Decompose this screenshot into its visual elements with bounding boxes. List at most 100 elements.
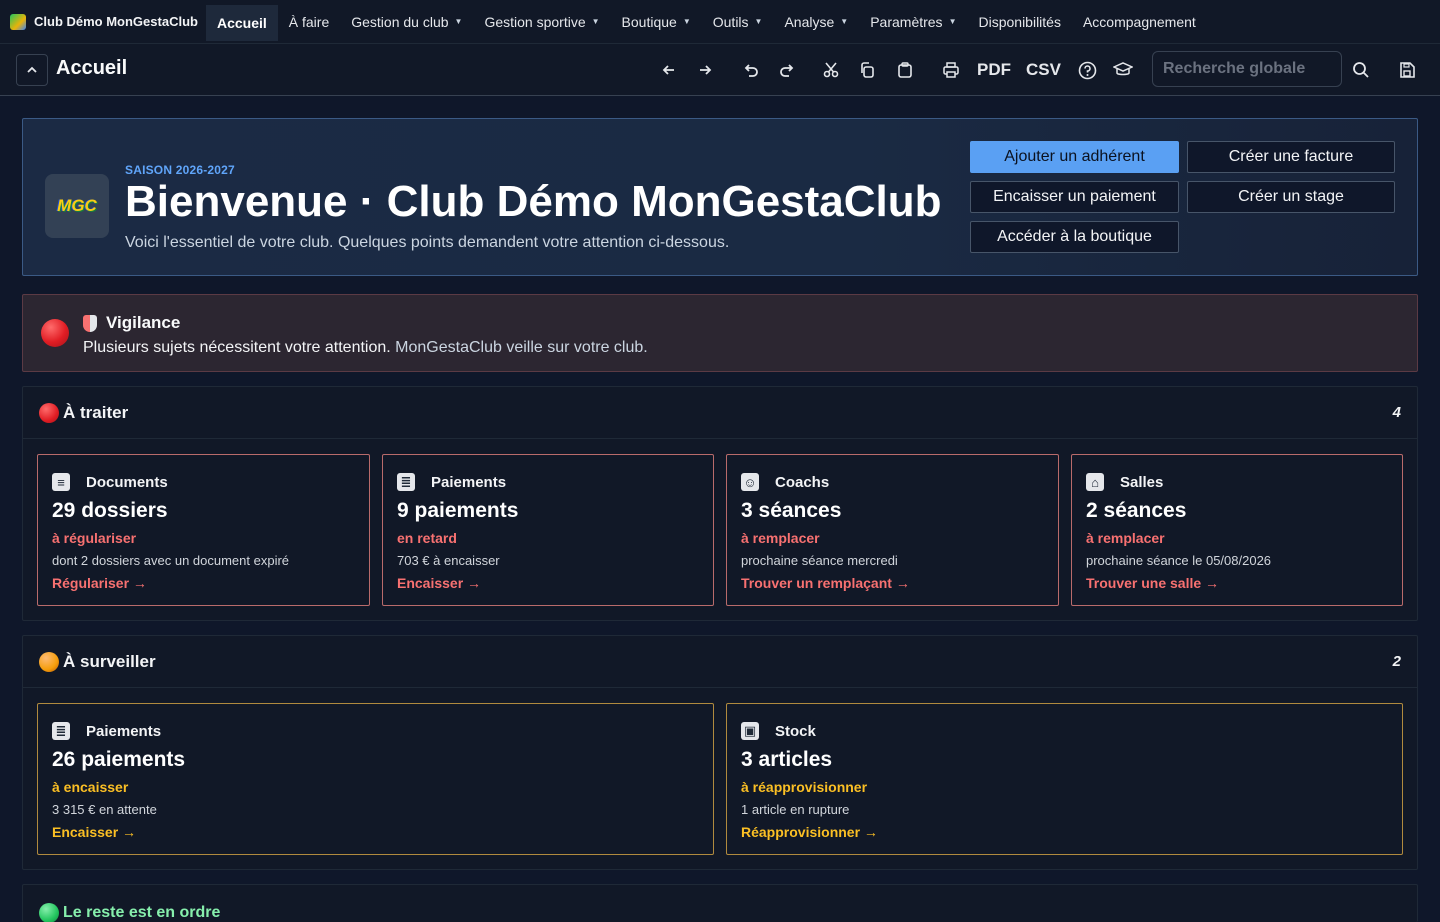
card-title: Paiements (86, 722, 162, 740)
collect-payment-button[interactable]: Encaisser un paiement (970, 181, 1179, 213)
export-csv-button[interactable]: CSV (1026, 57, 1061, 83)
document-icon: ≡ (52, 473, 70, 491)
section-title[interactable]: Le reste est en ordre (39, 903, 220, 922)
welcome-banner: MGC SAISON 2026-2027 Bienvenue · Club Dé… (22, 118, 1418, 276)
redo-button[interactable] (774, 57, 800, 83)
section-title-text: Le reste est en ordre (63, 904, 221, 921)
card-value: 3 séances (741, 499, 842, 522)
nav-item-parametres[interactable]: Paramètres ▼ (859, 0, 967, 44)
card-action-link[interactable]: Encaisser → (52, 824, 136, 840)
forward-button[interactable] (692, 57, 718, 83)
help-icon (1078, 61, 1096, 79)
global-search-input[interactable] (1152, 51, 1342, 87)
card-status: à régulariser (52, 530, 137, 546)
section-all-good: Le reste est en ordre (22, 884, 1418, 922)
card-detail: prochaine séance mercredi (741, 553, 898, 568)
vigilance-text: Plusieurs sujets nécessitent votre atten… (83, 339, 391, 356)
card-rooms[interactable]: ⌂ Salles 2 séances à remplacer prochaine… (1071, 454, 1403, 606)
orange-circle-icon (39, 652, 59, 672)
welcome-subtitle: Voici l'essentiel de votre club. Quelque… (125, 234, 730, 251)
card-status: en retard (397, 530, 457, 546)
toolbar: Accueil PDF CSV (0, 44, 1440, 96)
create-invoice-button[interactable]: Créer une facture (1187, 141, 1395, 173)
section-title-text: À traiter (63, 403, 129, 422)
red-circle-icon (39, 403, 59, 423)
create-course-button[interactable]: Créer un stage (1187, 181, 1395, 213)
shield-icon (83, 314, 97, 332)
cut-button[interactable] (818, 57, 844, 83)
card-action-link[interactable]: Réapprovisionner → (741, 824, 878, 840)
copy-button[interactable] (854, 57, 880, 83)
save-button[interactable] (1394, 57, 1420, 83)
nav-item-boutique[interactable]: Boutique ▼ (611, 0, 702, 44)
red-alert-icon (41, 319, 69, 347)
caret-down-icon: ▼ (754, 17, 763, 26)
nav-item-disponibilites[interactable]: Disponibilités (967, 0, 1071, 44)
add-member-button[interactable]: Ajouter un adhérent (970, 141, 1179, 173)
card-payments-late[interactable]: ≣ Paiements 9 paiements en retard 703 € … (382, 454, 714, 606)
vigilance-title: Vigilance (83, 313, 180, 333)
copy-icon (861, 62, 874, 78)
cut-icon (823, 62, 839, 78)
undo-button[interactable] (738, 57, 764, 83)
card-status: à remplacer (741, 530, 820, 546)
nav-item-outils[interactable]: Outils ▼ (702, 0, 774, 44)
nav-item-accompagnement[interactable]: Accompagnement (1072, 0, 1207, 44)
export-pdf-button[interactable]: PDF (977, 57, 1011, 83)
nav-label: Accueil (216, 14, 267, 31)
vigilance-alert: Vigilance Plusieurs sujets nécessitent v… (22, 294, 1418, 372)
brand-name: Club Démo MonGestaClub (34, 14, 198, 29)
section-header[interactable]: À traiter 4 (23, 387, 1417, 439)
card-stock[interactable]: ▣ Stock 3 articles à réapprovisionner 1 … (726, 703, 1403, 855)
print-button[interactable] (938, 57, 964, 83)
arrow-left-icon (662, 65, 674, 75)
paste-icon (898, 62, 912, 78)
vigilance-text-muted: MonGestaClub veille sur votre club. (395, 339, 648, 356)
card-title: Coachs (775, 473, 830, 491)
nav-item-gestion-sportive[interactable]: Gestion sportive ▼ (473, 0, 610, 44)
card-documents[interactable]: ≡ Documents 29 dossiers à régulariser do… (37, 454, 370, 606)
card-action-link[interactable]: Trouver un remplaçant → (741, 575, 910, 591)
clipboard-icon: ≣ (52, 722, 70, 740)
club-logo-icon: MGC (57, 196, 97, 215)
section-header[interactable]: À surveiller 2 (23, 636, 1417, 688)
caret-down-icon: ▼ (682, 17, 691, 26)
card-header: ▣ Stock (741, 722, 816, 740)
card-header: ≣ Paiements (397, 473, 506, 491)
card-action-link[interactable]: Trouver une salle → (1086, 575, 1219, 591)
nav-item-gestion-club[interactable]: Gestion du club ▼ (340, 0, 473, 44)
card-value: 26 paiements (52, 748, 186, 771)
paste-button[interactable] (892, 57, 918, 83)
package-icon: ▣ (741, 722, 759, 740)
card-coaches[interactable]: ☺ Coachs 3 séances à remplacer prochaine… (726, 454, 1059, 606)
vigilance-title-text: Vigilance (106, 313, 181, 332)
nav-item-accueil[interactable]: Accueil (205, 4, 278, 41)
club-logo-icon (10, 13, 26, 30)
section-count: 4 (1392, 404, 1401, 421)
graduation-cap-icon (1113, 62, 1133, 76)
search-icon (1353, 62, 1369, 78)
collapse-button[interactable] (16, 54, 48, 86)
nav-item-a-faire[interactable]: À faire (278, 0, 340, 44)
nav-item-analyse[interactable]: Analyse ▼ (773, 0, 859, 44)
card-action-link[interactable]: Encaisser → (397, 575, 481, 591)
card-payments-pending[interactable]: ≣ Paiements 26 paiements à encaisser 3 3… (37, 703, 714, 855)
card-action-link[interactable]: Régulariser → (52, 575, 147, 591)
card-detail: 703 € à encaisser (397, 553, 500, 568)
nav-label: Outils (712, 13, 749, 30)
undo-icon (744, 64, 758, 77)
section-title: À surveiller (39, 652, 156, 672)
card-value: 29 dossiers (52, 499, 168, 522)
section-to-watch: À surveiller 2 ≣ Paiements 26 paiements … (22, 635, 1418, 870)
help-button[interactable] (1074, 57, 1100, 83)
card-header: ⌂ Salles (1086, 473, 1163, 491)
brand[interactable]: Club Démo MonGestaClub (0, 0, 198, 44)
card-title: Paiements (431, 473, 507, 491)
nav-label: Gestion du club (351, 13, 449, 30)
season-label: SAISON 2026-2027 (125, 163, 235, 177)
training-button[interactable] (1110, 57, 1136, 83)
card-value: 3 articles (741, 748, 833, 771)
search-button[interactable] (1348, 57, 1374, 83)
back-button[interactable] (656, 57, 682, 83)
shop-button[interactable]: Accéder à la boutique (970, 221, 1179, 253)
